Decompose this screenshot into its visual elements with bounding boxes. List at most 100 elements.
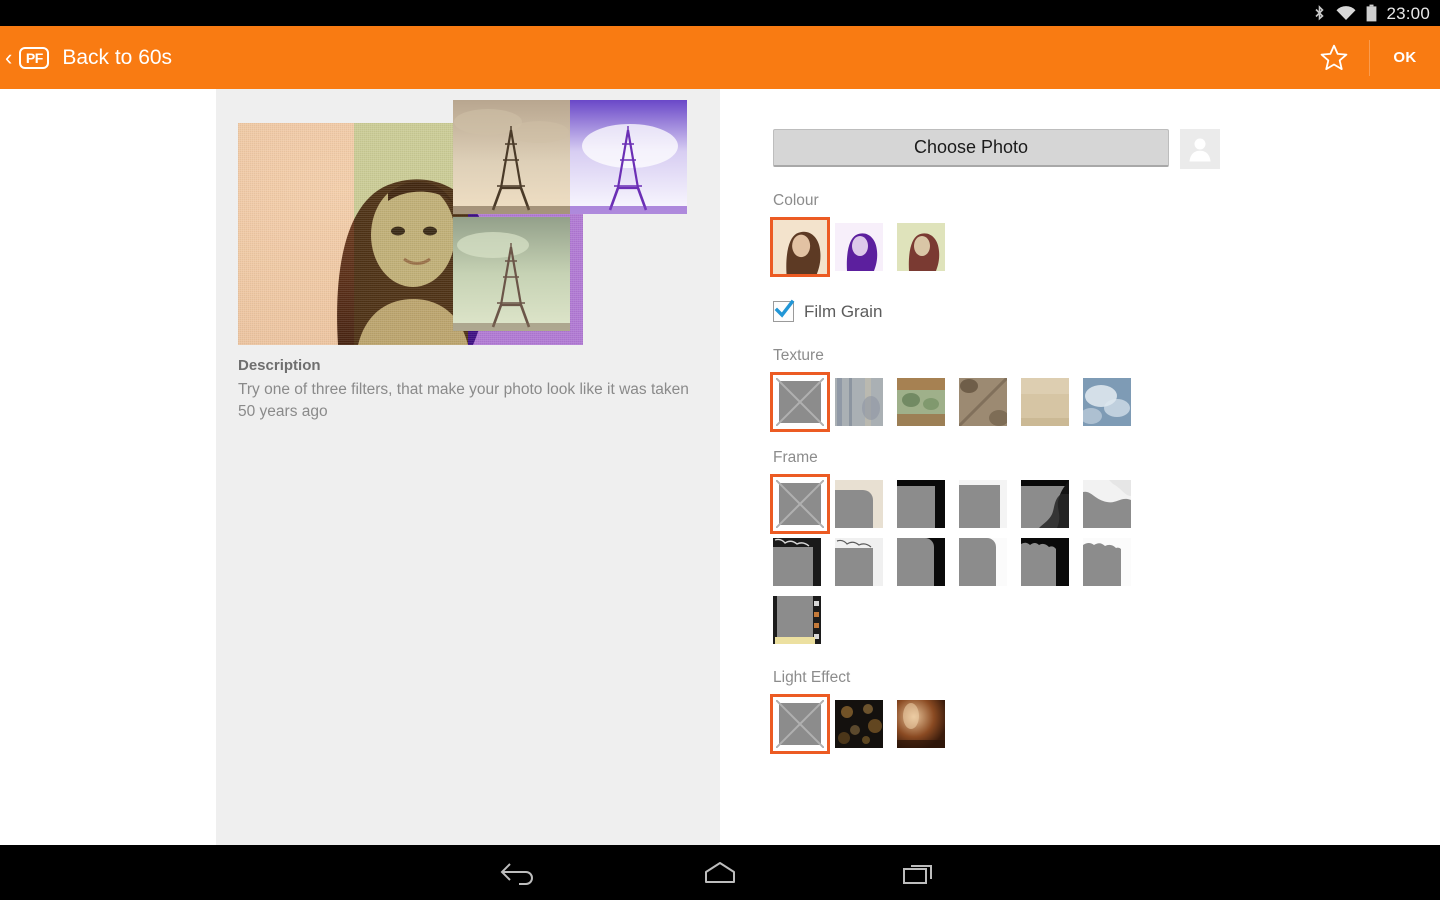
frame-option-white-round-corner[interactable]: [959, 538, 1007, 586]
texture-option-green-rust-wrap: [897, 373, 959, 431]
frame-white-torn-image: [1083, 538, 1131, 586]
texture-option-green-rust[interactable]: [897, 378, 945, 426]
light-option-none[interactable]: [773, 697, 827, 751]
x-cross-icon: [776, 700, 824, 748]
frame-option-black-torn-wrap: [1021, 533, 1083, 591]
colour-thumbnail-row: [773, 218, 1153, 276]
frame-black-torn-image: [1021, 538, 1069, 586]
texture-option-none[interactable]: [773, 375, 827, 429]
ok-button[interactable]: OK: [1370, 26, 1440, 89]
frame-option-ornate-dark-wrap: [773, 533, 835, 591]
action-bar: ‹ PF Back to 60s OK: [0, 26, 1440, 89]
eiffel-tower-sepia-image: [453, 100, 570, 214]
texture-option-grey-blue-grunge[interactable]: [835, 378, 883, 426]
home-nav-icon: [700, 860, 740, 886]
back-nav-button[interactable]: [490, 853, 550, 893]
frame-option-none[interactable]: [773, 477, 827, 531]
page-title: Back to 60s: [62, 47, 172, 68]
x-cross-icon: [776, 378, 824, 426]
light-bokeh-image: [835, 700, 883, 748]
favorite-button[interactable]: [1299, 26, 1369, 89]
film-grain-overlay: [238, 123, 354, 345]
avatar-thumbnail[interactable]: [1180, 129, 1220, 169]
colour-option-sepia-wrap: [773, 218, 835, 276]
frame-option-film-strip-wrap: [773, 591, 835, 649]
colour-option-green-wrap: [897, 218, 959, 276]
sample-thumbnail-green: [453, 217, 570, 331]
frame-option-white-thin-wrap: [959, 475, 1021, 533]
texture-brown-scratch-image: [959, 378, 1007, 426]
frame-white-smoke-image: [1083, 480, 1131, 528]
colour-option-purple-wrap: [835, 218, 897, 276]
recents-nav-icon: [902, 860, 938, 886]
back-to-60s-button[interactable]: ‹ PF Back to 60s: [0, 47, 172, 69]
frame-option-black-thick[interactable]: [897, 480, 945, 528]
texture-thumbnail-row: [773, 373, 1153, 431]
status-clock: 23:00: [1386, 5, 1430, 22]
colour-option-green[interactable]: [897, 223, 945, 271]
back-chevron-icon[interactable]: ‹: [5, 47, 12, 69]
texture-grunge-image: [835, 378, 883, 426]
home-nav-button[interactable]: [690, 853, 750, 893]
checkmark-icon: [773, 299, 795, 321]
collage-band-green: [354, 123, 468, 345]
eiffel-tower-green-image: [453, 217, 570, 331]
recents-nav-button[interactable]: [890, 853, 950, 893]
frame-option-ornate-light[interactable]: [835, 538, 883, 586]
preview-panel: Description Try one of three filters, th…: [216, 89, 720, 845]
frame-black-smoke-image: [1021, 480, 1069, 528]
frame-option-black-thick-wrap: [897, 475, 959, 533]
texture-option-blue-clouds-wrap: [1083, 373, 1145, 431]
texture-option-cream-paper[interactable]: [1021, 378, 1069, 426]
star-outline-icon: [1319, 43, 1349, 72]
sample-thumbnail-sepia: [453, 100, 570, 214]
status-bar: 23:00: [0, 0, 1440, 26]
texture-option-none-wrap: [773, 373, 835, 431]
frame-option-white-smoke[interactable]: [1083, 480, 1131, 528]
texture-cream-paper-image: [1021, 378, 1069, 426]
frame-option-black-round-corner[interactable]: [897, 538, 945, 586]
bluetooth-icon: [1313, 5, 1326, 22]
frame-white-round-image: [959, 538, 1007, 586]
frame-option-black-smoke[interactable]: [1021, 480, 1069, 528]
description-text: Try one of three filters, that make your…: [238, 379, 693, 423]
light-leak-image: [897, 700, 945, 748]
description-block: Description Try one of three filters, th…: [238, 357, 693, 423]
options-panel: Choose Photo Colour: [720, 89, 1440, 845]
texture-option-blue-clouds[interactable]: [1083, 378, 1131, 426]
frame-option-ornate-dark[interactable]: [773, 538, 821, 586]
frame-option-white-torn[interactable]: [1083, 538, 1131, 586]
colour-option-sepia[interactable]: [773, 220, 827, 274]
frame-label: Frame: [773, 449, 1173, 467]
content-area: Description Try one of three filters, th…: [0, 89, 1440, 845]
film-grain-row[interactable]: Film Grain: [773, 301, 882, 322]
colour-option-purple[interactable]: [835, 223, 883, 271]
light-option-bokeh-dark[interactable]: [835, 700, 883, 748]
frame-ornate-dark-image: [773, 538, 821, 586]
film-grain-checkbox[interactable]: [773, 301, 794, 322]
film-grain-overlay: [354, 123, 468, 345]
choose-photo-button[interactable]: Choose Photo: [773, 129, 1169, 167]
frame-option-film-strip[interactable]: [773, 596, 821, 644]
frame-option-cream-rounded[interactable]: [835, 480, 883, 528]
texture-option-cream-paper-wrap: [1021, 373, 1083, 431]
x-cross-icon: [776, 480, 824, 528]
description-heading: Description: [238, 357, 693, 374]
frame-thumbnail-row: [773, 475, 1153, 649]
section-light-effect: Light Effect: [773, 669, 1153, 753]
battery-icon: [1366, 4, 1377, 22]
eiffel-tower-purple-image: [570, 100, 687, 214]
light-effect-label: Light Effect: [773, 669, 1153, 687]
colour-green-thumb-image: [897, 223, 945, 271]
light-option-bokeh-wrap: [835, 695, 897, 753]
frame-cream-rounded-image: [835, 480, 883, 528]
frame-option-white-thin[interactable]: [959, 480, 1007, 528]
frame-option-black-torn[interactable]: [1021, 538, 1069, 586]
sample-thumbnail-purple: [570, 100, 687, 214]
light-option-leak-warm[interactable]: [897, 700, 945, 748]
frame-white-thin-image: [959, 480, 1007, 528]
texture-blue-clouds-image: [1083, 378, 1131, 426]
choose-photo-row: Choose Photo: [773, 129, 1220, 169]
texture-option-brown-scratch[interactable]: [959, 378, 1007, 426]
colour-label: Colour: [773, 192, 1153, 210]
